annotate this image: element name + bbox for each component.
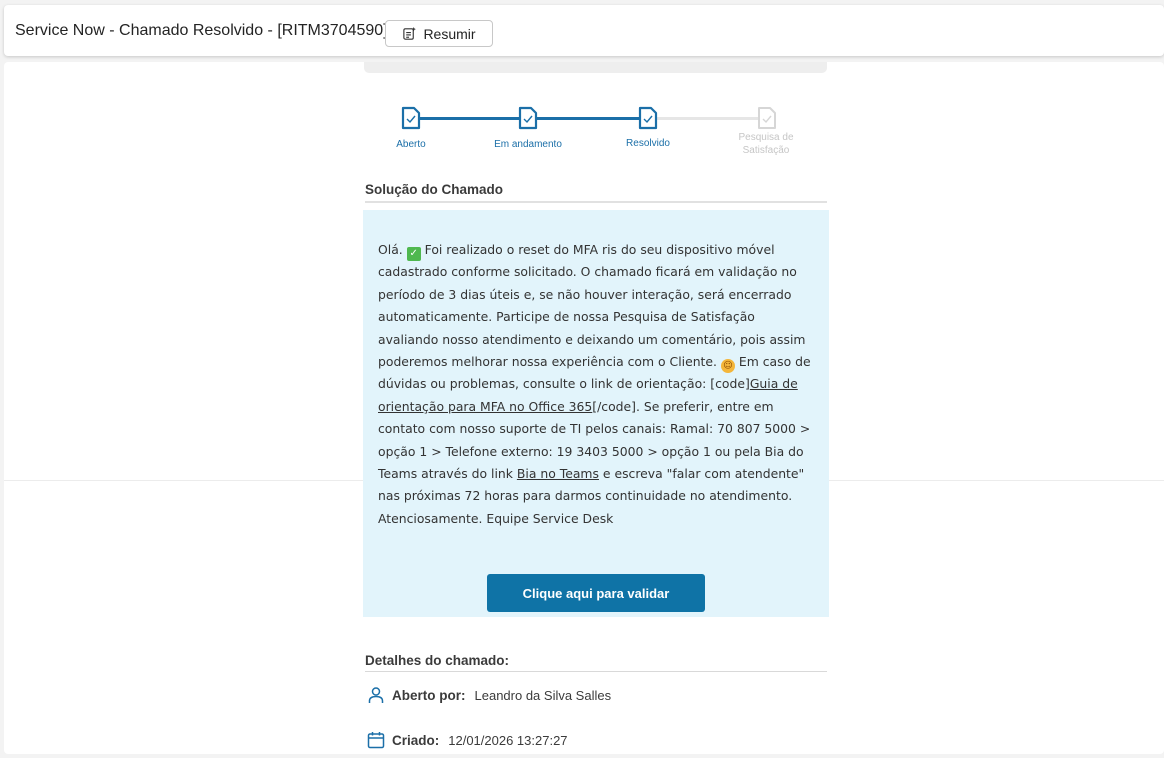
validate-button[interactable]: Clique aqui para validar — [487, 574, 705, 612]
smile-icon: ☺ — [720, 359, 735, 374]
summarize-button[interactable]: Resumir — [385, 20, 493, 47]
step-done-icon — [401, 106, 421, 130]
created-value: 12/01/2026 13:27:27 — [448, 732, 568, 748]
step-done-icon — [638, 106, 658, 130]
check-mark-icon: ✓ — [406, 247, 421, 261]
opened-by-value: Leandro da Silva Salles — [474, 687, 612, 703]
created-row: Criado: 12/01/2026 13:27:27 — [367, 731, 568, 749]
section-divider — [365, 671, 827, 672]
page-title: Service Now - Chamado Resolvido - [RITM3… — [15, 21, 388, 39]
step-label: Em andamento — [494, 139, 562, 150]
step-label: Pesquisa de Satisfação — [738, 132, 794, 156]
opened-by-row: Aberto por: Leandro da Silva Salles — [367, 686, 611, 704]
step-label: Resolvido — [626, 138, 670, 149]
created-label: Criado: — [392, 732, 440, 748]
step-connector — [537, 117, 640, 120]
step-label: Aberto — [396, 139, 426, 150]
message-part: Foi realizado o reset do MFA ris do seu … — [378, 242, 806, 370]
summarize-icon — [403, 26, 417, 40]
calendar-icon — [367, 732, 385, 749]
person-icon — [368, 687, 384, 703]
greeting: Olá. — [378, 242, 403, 257]
window-header: Service Now - Chamado Resolvido - [RITM3… — [4, 5, 1164, 56]
top-strip — [364, 62, 827, 73]
solution-box: Olá. ✓ Foi realizado o reset do MFA ris … — [363, 210, 829, 617]
section-divider — [365, 201, 827, 203]
step-connector — [420, 117, 522, 120]
email-content: Aberto Em andamento Resolvido Pesquisa d… — [4, 62, 1164, 754]
step-done-icon — [518, 106, 538, 130]
step-pending-icon — [758, 107, 776, 129]
solution-title: Solução do Chamado — [365, 182, 504, 197]
solution-message: Olá. ✓ Foi realizado o reset do MFA ris … — [378, 239, 818, 530]
bia-teams-link[interactable]: Bia no Teams — [517, 466, 599, 481]
opened-by-label: Aberto por: — [392, 687, 466, 703]
details-title: Detalhes do chamado: — [365, 653, 510, 668]
summarize-label: Resumir — [423, 25, 476, 42]
step-connector — [657, 117, 759, 120]
